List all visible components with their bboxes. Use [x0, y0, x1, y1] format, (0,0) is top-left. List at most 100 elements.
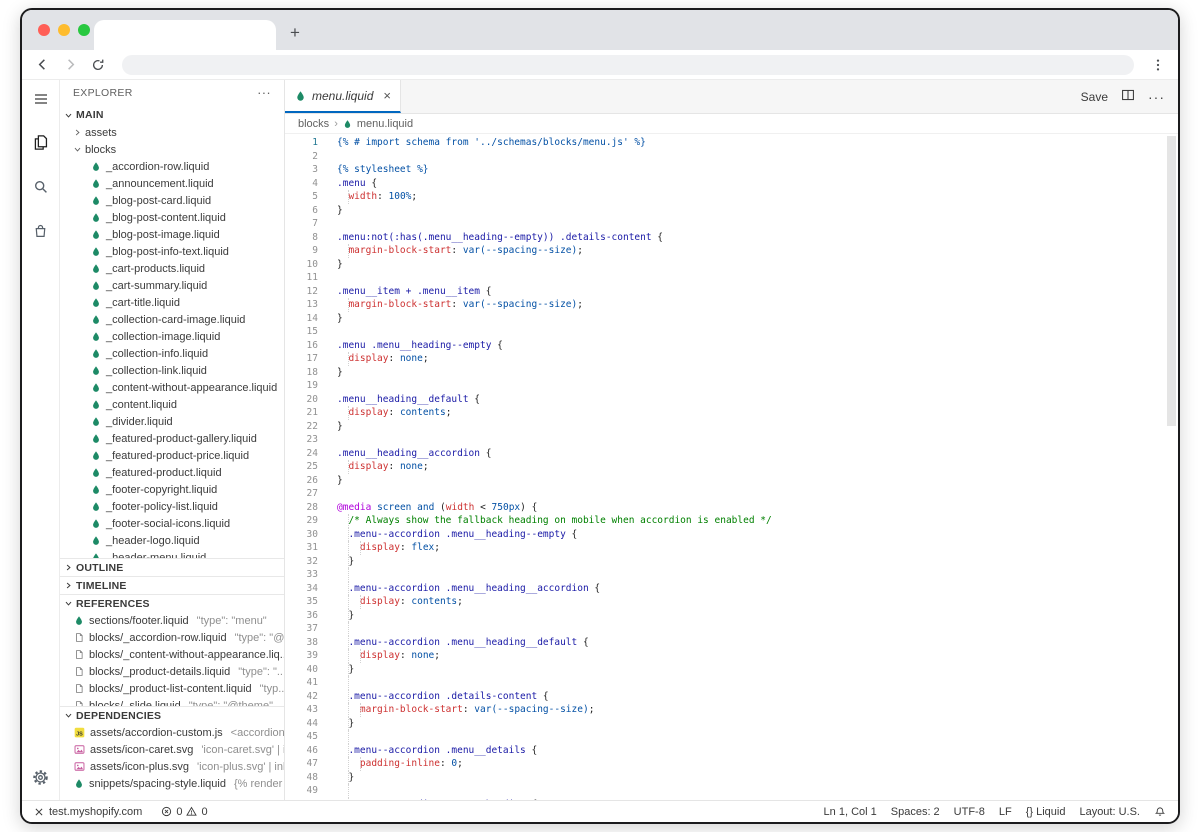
code-line[interactable]: 8 .menu:not(:has(.menu__heading--empty)) … — [285, 231, 1178, 245]
minimize-window-button[interactable] — [58, 24, 70, 36]
file-row[interactable]: _collection-info.liquid — [60, 345, 284, 362]
file-row[interactable]: _collection-link.liquid — [60, 362, 284, 379]
file-row[interactable]: _content.liquid — [60, 396, 284, 413]
forward-icon[interactable] — [60, 55, 80, 75]
section-main[interactable]: MAIN — [60, 106, 284, 124]
language-mode[interactable]: {} Liquid — [1026, 806, 1066, 818]
eol[interactable]: LF — [999, 806, 1012, 818]
file-row[interactable]: _header-logo.liquid — [60, 532, 284, 549]
file-row[interactable]: _content-without-appearance.liquid — [60, 379, 284, 396]
reference-item[interactable]: blocks/_product-list-content.liquid "typ.… — [60, 680, 284, 697]
back-icon[interactable] — [32, 55, 52, 75]
file-row[interactable]: _blog-post-content.liquid — [60, 209, 284, 226]
status-host[interactable]: test.myshopify.com — [49, 806, 142, 818]
dependency-item[interactable]: assets/icon-plus.svg 'icon-plus.svg' | in… — [60, 758, 284, 775]
code-line[interactable]: 31 display: flex; — [285, 541, 1178, 555]
code-line[interactable]: 39 display: none; — [285, 649, 1178, 663]
search-icon[interactable] — [32, 178, 49, 195]
explorer-icon[interactable] — [32, 134, 49, 151]
code-line[interactable]: 19 — [285, 379, 1178, 393]
code-line[interactable]: 11 — [285, 271, 1178, 285]
code-line[interactable]: 45 — [285, 730, 1178, 744]
section-references[interactable]: REFERENCES — [60, 594, 284, 612]
code-line[interactable]: 38 .menu--accordion .menu__heading__defa… — [285, 635, 1178, 649]
file-row[interactable]: _featured-product.liquid — [60, 464, 284, 481]
code-line[interactable]: 40 } — [285, 662, 1178, 676]
more-actions-icon[interactable]: ··· — [1148, 89, 1165, 105]
file-row[interactable]: _accordion-row.liquid — [60, 158, 284, 175]
code-line[interactable]: 10} — [285, 258, 1178, 272]
indentation[interactable]: Spaces: 2 — [891, 806, 940, 818]
code-editor[interactable]: 1 {% # import schema from '../schemas/blo… — [285, 134, 1178, 800]
close-tab-icon[interactable]: × — [383, 88, 391, 103]
code-line[interactable]: 1 {% # import schema from '../schemas/blo… — [285, 136, 1178, 150]
code-line[interactable]: 50 .menu--accordion .menu__heading { — [285, 797, 1178, 800]
code-line[interactable]: 47 padding-inline: 0; — [285, 757, 1178, 771]
code-line[interactable]: 23 — [285, 433, 1178, 447]
breadcrumb-file[interactable]: menu.liquid — [357, 118, 413, 130]
file-row[interactable]: _announcement.liquid — [60, 175, 284, 192]
code-line[interactable]: 22} — [285, 420, 1178, 434]
file-row[interactable]: _footer-policy-list.liquid — [60, 498, 284, 515]
reload-icon[interactable] — [88, 55, 108, 75]
code-line[interactable]: 28 @media screen and (width < 750px) { — [285, 501, 1178, 515]
code-line[interactable]: 49 — [285, 784, 1178, 798]
code-line[interactable]: 30 .menu--accordion .menu__heading--empt… — [285, 527, 1178, 541]
keyboard-layout[interactable]: Layout: U.S. — [1079, 806, 1140, 818]
file-row[interactable]: _cart-title.liquid — [60, 294, 284, 311]
code-line[interactable]: 36 } — [285, 608, 1178, 622]
code-line[interactable]: 2 — [285, 150, 1178, 164]
breadcrumb-folder[interactable]: blocks — [298, 118, 329, 130]
section-dependencies[interactable]: DEPENDENCIES — [60, 706, 284, 724]
code-line[interactable]: 42 .menu--accordion .details-content { — [285, 689, 1178, 703]
folder-blocks[interactable]: blocks — [60, 141, 284, 158]
code-line[interactable]: 6} — [285, 204, 1178, 218]
code-line[interactable]: 43 margin-block-start: var(--spacing--si… — [285, 703, 1178, 717]
reference-item[interactable]: sections/footer.liquid "type": "menu" — [60, 612, 284, 629]
reference-item[interactable]: blocks/_accordion-row.liquid "type": "@t.… — [60, 629, 284, 646]
code-line[interactable]: 34 .menu--accordion .menu__heading__acco… — [285, 581, 1178, 595]
file-row[interactable]: _footer-social-icons.liquid — [60, 515, 284, 532]
file-row[interactable]: _divider.liquid — [60, 413, 284, 430]
file-row[interactable]: _footer-copyright.liquid — [60, 481, 284, 498]
code-line[interactable]: 18} — [285, 366, 1178, 380]
code-line[interactable]: 7 — [285, 217, 1178, 231]
encoding[interactable]: UTF-8 — [954, 806, 985, 818]
menu-icon[interactable] — [32, 90, 49, 107]
folder-assets[interactable]: assets — [60, 124, 284, 141]
code-line[interactable]: 15 — [285, 325, 1178, 339]
browser-tab[interactable] — [94, 20, 276, 50]
dependency-item[interactable]: snippets/spacing-style.liquid {% render '… — [60, 775, 284, 792]
cursor-position[interactable]: Ln 1, Col 1 — [824, 806, 877, 818]
code-line[interactable]: 48 } — [285, 770, 1178, 784]
code-line[interactable]: 20 .menu__heading__default { — [285, 393, 1178, 407]
code-line[interactable]: 17 display: none; — [285, 352, 1178, 366]
code-line[interactable]: 25 display: none; — [285, 460, 1178, 474]
code-line[interactable]: 33 — [285, 568, 1178, 582]
dependency-item[interactable]: assets/icon-caret.svg 'icon-caret.svg' | … — [60, 741, 284, 758]
zoom-window-button[interactable] — [78, 24, 90, 36]
file-row[interactable]: _featured-product-price.liquid — [60, 447, 284, 464]
code-line[interactable]: 26} — [285, 474, 1178, 488]
code-line[interactable]: 3 {% stylesheet %} — [285, 163, 1178, 177]
code-line[interactable]: 37 — [285, 622, 1178, 636]
split-editor-icon[interactable] — [1121, 88, 1135, 105]
code-line[interactable]: 9 margin-block-start: var(--spacing--siz… — [285, 244, 1178, 258]
file-row[interactable]: _featured-product-gallery.liquid — [60, 430, 284, 447]
file-row[interactable]: _blog-post-info-text.liquid — [60, 243, 284, 260]
file-row[interactable]: _collection-image.liquid — [60, 328, 284, 345]
explorer-actions-icon[interactable]: ··· — [257, 86, 271, 99]
code-line[interactable]: 4 .menu { — [285, 177, 1178, 191]
reference-item[interactable]: blocks/_product-details.liquid "type": ".… — [60, 663, 284, 680]
section-outline[interactable]: OUTLINE — [60, 558, 284, 576]
reference-item[interactable]: blocks/_content-without-appearance.liq..… — [60, 646, 284, 663]
code-line[interactable]: 46 .menu--accordion .menu__details { — [285, 743, 1178, 757]
close-window-button[interactable] — [38, 24, 50, 36]
file-row[interactable]: _header-menu.liquid — [60, 549, 284, 558]
code-line[interactable]: 32 } — [285, 554, 1178, 568]
address-bar[interactable] — [122, 54, 1134, 75]
remote-indicator-icon[interactable] — [34, 807, 44, 817]
file-row[interactable]: _cart-products.liquid — [60, 260, 284, 277]
file-row[interactable]: _cart-summary.liquid — [60, 277, 284, 294]
code-line[interactable]: 41 — [285, 676, 1178, 690]
